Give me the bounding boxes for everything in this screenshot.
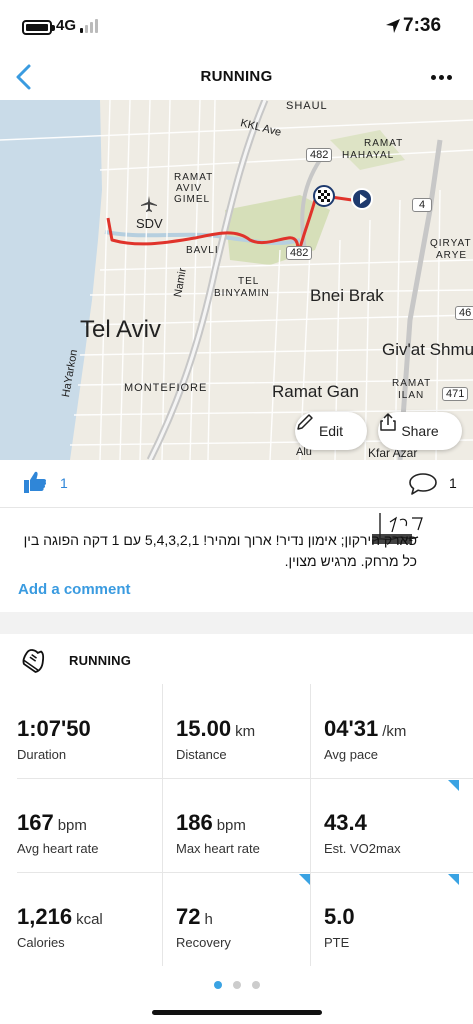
share-button[interactable]: Share (378, 412, 462, 450)
map-label-ramat-aviv-2: AVIV (176, 183, 203, 194)
sport-header: RUNNING (0, 634, 473, 684)
like-count[interactable]: 1 (60, 475, 68, 491)
location-arrow-icon (386, 19, 400, 33)
stat-label: Est. VO2max (324, 841, 401, 856)
stat-value: 186 (176, 810, 213, 835)
map-label-bavli: BAVLI (186, 245, 219, 256)
map-label-ramat-gan: Ramat Gan (272, 382, 359, 401)
more-dots-icon[interactable] (428, 66, 454, 88)
start-play-icon (351, 188, 373, 210)
stat-unit: bpm (57, 817, 87, 834)
stat-label: Distance (176, 747, 227, 762)
thumbs-up-icon[interactable] (22, 469, 48, 495)
stat-unit: bpm (216, 817, 246, 834)
stat-label: Avg pace (324, 747, 378, 762)
road-sign-482: 482 (306, 148, 333, 162)
stat-label: Duration (17, 747, 67, 762)
stat-label: Recovery (176, 935, 231, 950)
map-label-givat-shmuel: Giv'at Shmu (382, 340, 473, 359)
stat-calories[interactable]: 1,216 kcal Calories (0, 872, 157, 966)
stat-label: PTE (324, 935, 350, 950)
stat-avg-pace[interactable]: 04'31/km Avg pace (307, 684, 464, 778)
comment-count: 1 (449, 475, 457, 491)
map-label-sdv: SDV (136, 216, 163, 231)
stat-value: 43.4 (324, 810, 367, 835)
stat-unit: kcal (76, 911, 103, 928)
road-sign-46: 46 (455, 306, 473, 320)
stat-value: 167 (17, 810, 54, 835)
map-label-qiryat-arye-2: ARYE (436, 250, 468, 261)
stat-distance[interactable]: 15.00 km Distance (159, 684, 316, 778)
stat-label: Avg heart rate (17, 841, 99, 856)
comment-bubble-icon[interactable] (408, 472, 438, 496)
home-indicator[interactable] (152, 1010, 322, 1015)
stat-unit: h (204, 911, 213, 928)
map-label-montefiore: MONTEFIORE (124, 382, 208, 394)
activity-description: פארק הירקון; אימון נדיר! ארוך ומהיר! 5,4… (23, 532, 417, 569)
stat-label: Calories (17, 935, 65, 950)
road-sign-471: 471 (442, 387, 469, 401)
description-section: פארק הירקון; אימון נדיר! ארוך ומהיר! 5,4… (0, 508, 473, 612)
status-bar: 4G 7:36 (0, 0, 473, 54)
map-label-ramat-aviv-3: GIMEL (174, 194, 211, 205)
signal-strength-icon (80, 19, 98, 33)
map-label-tel-binyamin-2: BINYAMIN (214, 288, 270, 299)
stat-label: Max heart rate (176, 841, 260, 856)
map-label-ramat-aviv-1: RAMAT (174, 172, 214, 183)
add-comment-link[interactable]: Add a comment (18, 581, 131, 598)
share-label: Share (401, 423, 439, 439)
stat-value: 5.0 (324, 904, 355, 929)
stat-value: 1,216 (17, 904, 73, 929)
map-label-shaul: SHAUL (286, 100, 328, 112)
running-shoe-icon (22, 649, 45, 673)
map-label-ramat-hahayal-2: HAHAYAL (342, 150, 395, 161)
road-sign-4: 4 (412, 198, 433, 212)
map-label-tel-aviv: Tel Aviv (80, 316, 161, 343)
stat-value: 72 (176, 904, 201, 929)
page-dot[interactable] (213, 981, 222, 989)
pencil-icon (297, 414, 313, 430)
page-title: RUNNING (200, 68, 273, 85)
map-label-bnei-brak: Bnei Brak (310, 286, 384, 305)
status-time: 7:36 (403, 15, 442, 36)
share-icon (380, 413, 396, 431)
route-map[interactable]: SHAUL KKL Ave 482 RAMAT HAHAYAL RAMAT AV… (0, 100, 473, 460)
stat-recovery[interactable]: 72 h Recovery (159, 872, 316, 966)
stat-max-heart-rate[interactable]: 186 bpm Max heart rate (159, 778, 316, 872)
finish-flag-icon (313, 185, 335, 207)
stat-vo2max[interactable]: 43.4 Est. VO2max (307, 778, 464, 872)
stat-value: 15.00 (176, 716, 232, 741)
map-label-qiryat-arye-1: QIRYAT (430, 238, 472, 249)
map-canvas (0, 100, 473, 460)
home-bar (0, 1004, 473, 1024)
network-type: 4G (56, 17, 77, 34)
page-indicator (0, 966, 473, 1004)
sport-type-label: RUNNING (69, 653, 132, 668)
airport-icon (141, 196, 157, 212)
road-sign-482-b: 482 (286, 246, 313, 260)
stat-value: 1:07'50 (17, 716, 91, 741)
stat-unit: /km (382, 723, 407, 740)
stat-unit: km (235, 723, 256, 740)
stat-value: 04'31 (324, 716, 379, 741)
edit-button[interactable]: Edit (295, 412, 367, 450)
map-label-ramat-ilan-1: RAMAT (392, 378, 432, 389)
map-label-ramat-ilan-2: ILAN (398, 390, 425, 401)
stat-avg-heart-rate[interactable]: 167 bpm Avg heart rate (0, 778, 157, 872)
social-row: 1 1 (0, 460, 473, 508)
stats-grid: 1:07'50 Duration 15.00 km Distance 04'31/… (0, 684, 473, 966)
stat-pte[interactable]: 5.0 PTE (307, 872, 464, 966)
edit-label: Edit (318, 423, 344, 439)
navigation-bar: RUNNING (0, 54, 473, 100)
page-dot[interactable] (232, 981, 241, 989)
battery-icon (22, 20, 55, 35)
page-dot[interactable] (251, 981, 260, 989)
map-label-tel-binyamin-1: TEL (238, 276, 260, 287)
map-label-ramat-hahayal-1: RAMAT (364, 138, 404, 149)
stat-duration[interactable]: 1:07'50 Duration (0, 684, 157, 778)
